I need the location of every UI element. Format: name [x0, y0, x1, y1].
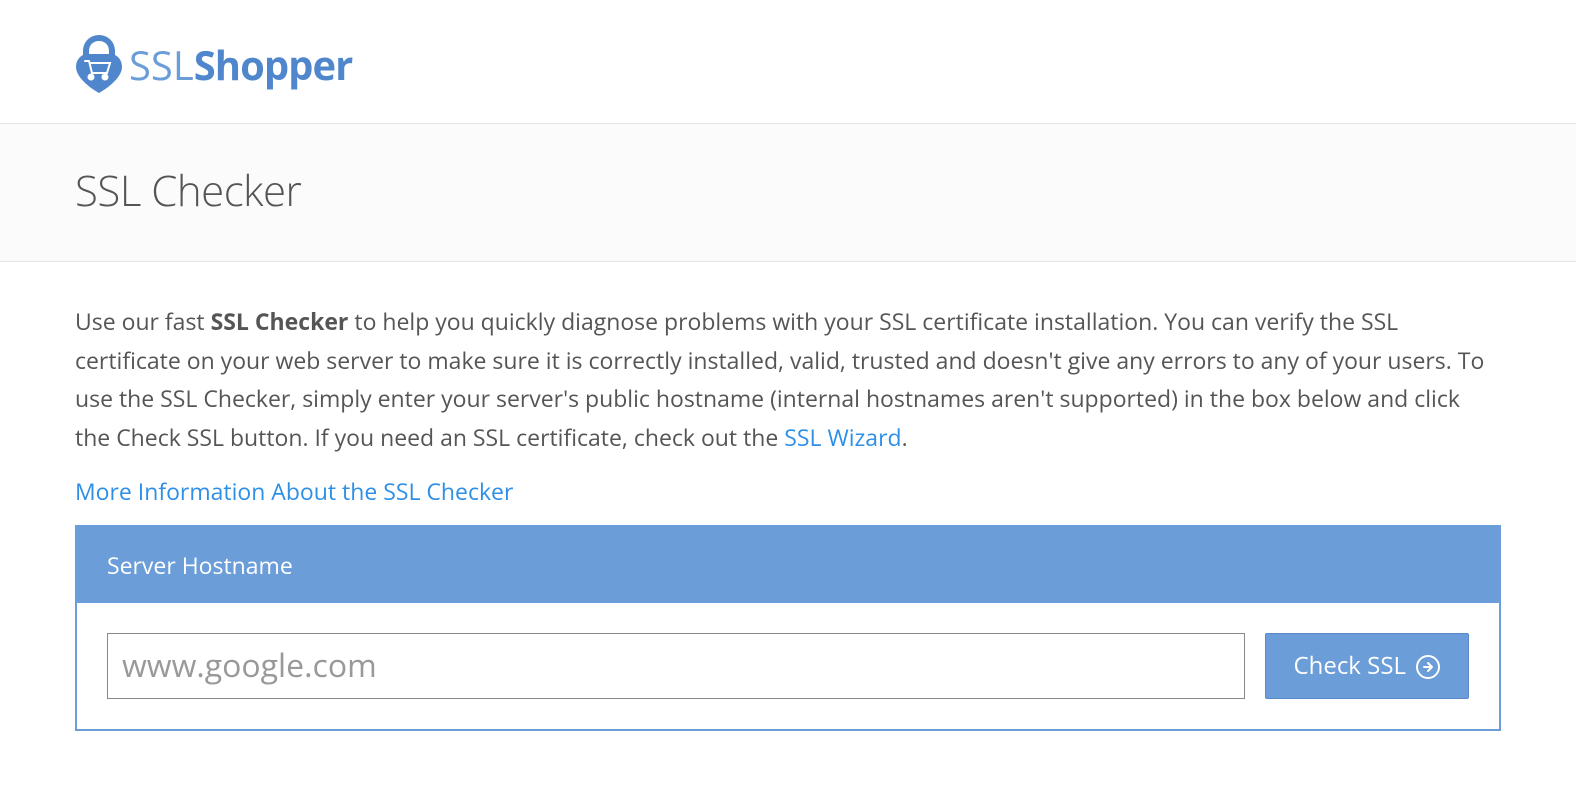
logo-text-shopper: Shopper	[194, 37, 353, 92]
check-ssl-button[interactable]: Check SSL	[1265, 633, 1470, 699]
logo-text-ssl: SSL	[129, 37, 194, 92]
more-info-link[interactable]: More Information About the SSL Checker	[75, 475, 513, 507]
lock-shopper-icon	[75, 35, 123, 93]
form-header-label: Server Hostname	[77, 527, 1499, 603]
form-body: Check SSL	[77, 603, 1499, 729]
page-content: Use our fast SSL Checker to help you qui…	[0, 262, 1576, 771]
hostname-input[interactable]	[107, 633, 1245, 699]
arrow-right-circle-icon	[1416, 654, 1440, 678]
description-paragraph: Use our fast SSL Checker to help you qui…	[75, 302, 1501, 457]
description-prefix: Use our fast	[75, 305, 211, 337]
check-ssl-button-label: Check SSL	[1294, 649, 1407, 682]
site-logo[interactable]: SSLShopper	[75, 35, 1501, 93]
ssl-check-form-panel: Server Hostname Check SSL	[75, 525, 1501, 731]
page-title-bar: SSL Checker	[0, 124, 1576, 262]
site-header: SSLShopper	[0, 0, 1576, 124]
logo-text: SSLShopper	[129, 37, 352, 92]
page-title: SSL Checker	[75, 162, 1501, 219]
description-bold-term: SSL Checker	[211, 305, 349, 337]
description-suffix: .	[902, 421, 908, 453]
ssl-wizard-link[interactable]: SSL Wizard	[784, 421, 901, 453]
